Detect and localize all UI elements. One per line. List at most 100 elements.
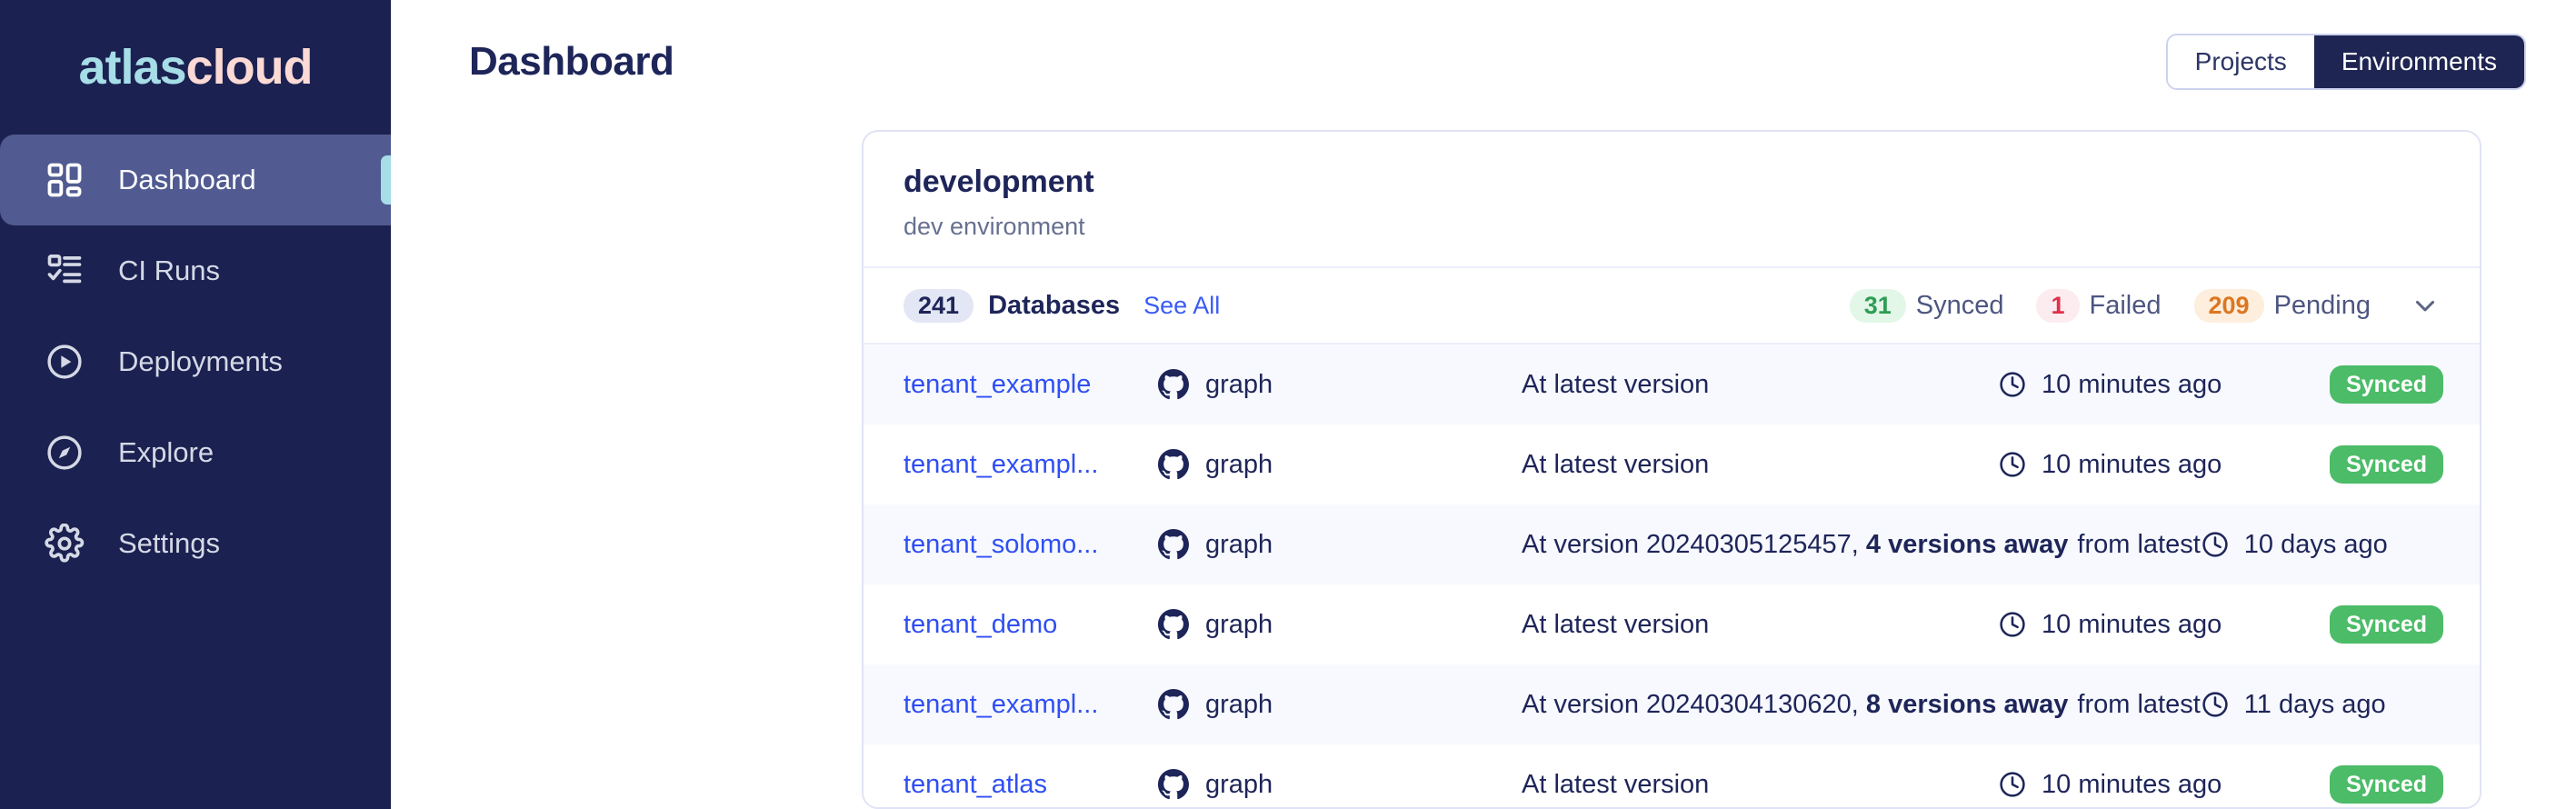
stat-pending[interactable]: 209 Pending [2194,289,2371,323]
repo-name: graph [1205,370,1273,400]
brand-logo-part2: cloud [186,39,313,95]
repo-name: graph [1205,690,1273,720]
databases-total-label: Databases [988,291,1120,321]
table-row[interactable]: tenant_exampl... graph At version 202403… [864,664,2480,744]
database-name-link[interactable]: tenant_exampl... [904,450,1158,480]
version-id: 20240304130620, [1646,690,1859,719]
sidebar-item-deployments[interactable]: Deployments [0,316,391,407]
table-row[interactable]: tenant_demo graph At latest version 10 m… [864,584,2480,664]
last-updated-cell: 10 minutes ago [1998,370,2298,400]
databases-table: tenant_example graph At latest version 1… [864,345,2480,809]
version-status-cell: At latest version [1522,370,1998,400]
repo-cell: graph [1158,369,1522,400]
databases-summary-row: 241 Databases See All 31 Synced 1 Failed… [864,268,2480,345]
version-suffix: from latest [2077,690,2200,719]
repo-name: graph [1205,450,1273,480]
clock-icon [1998,770,2027,799]
databases-total-count: 241 [904,289,973,323]
environment-name: development [904,165,2440,200]
view-toggle: Projects Environments [2166,34,2526,90]
status-badge: Synced [2330,605,2443,644]
stat-failed-label: Failed [2090,291,2162,321]
database-name-link[interactable]: tenant_atlas [904,770,1158,800]
github-icon [1158,369,1189,400]
database-name-link[interactable]: tenant_demo [904,610,1158,640]
environment-card: development dev environment 241 Database… [862,130,2481,809]
version-prefix: At latest version [1522,450,1709,479]
see-all-link[interactable]: See All [1143,292,1220,320]
chevron-down-icon[interactable] [2407,287,2443,324]
last-updated-text: 10 minutes ago [2042,370,2222,400]
version-status-cell: At version 20240304130620, 8 versions aw… [1522,690,2201,720]
sidebar-item-dashboard[interactable]: Dashboard [0,135,391,225]
last-updated-cell: 10 days ago [2201,530,2481,560]
status-cell: Synced [2298,605,2443,644]
app-root: atlascloud Dashboard [0,0,2576,809]
database-name-link[interactable]: tenant_example [904,370,1158,400]
grid-icon [44,159,85,201]
version-status-cell: At latest version [1522,770,1998,800]
sidebar-item-label-dashboard: Dashboard [118,164,256,196]
repo-cell: graph [1158,449,1522,480]
clock-icon [1998,610,2027,639]
gear-icon [44,523,85,564]
compass-icon [44,432,85,474]
sidebar: atlascloud Dashboard [0,0,391,809]
tab-environments[interactable]: Environments [2314,35,2524,88]
play-circle-icon [44,341,85,383]
stat-failed[interactable]: 1 Failed [2036,289,2161,323]
last-updated-text: 11 days ago [2244,690,2386,720]
clock-icon [1998,450,2027,479]
stat-synced-label: Synced [1916,291,2004,321]
status-cell: Synced [2298,445,2443,484]
table-row[interactable]: tenant_exampl... graph At latest version… [864,424,2480,504]
repo-cell: graph [1158,689,1522,720]
status-badge: Synced [2330,365,2443,404]
github-icon [1158,449,1189,480]
sidebar-nav: Dashboard CI Runs [0,135,391,589]
version-prefix: At version [1522,690,1646,719]
last-updated-text: 10 minutes ago [2042,610,2222,640]
databases-summary-right: 31 Synced 1 Failed 209 Pending [1850,287,2443,324]
tab-projects[interactable]: Projects [2168,35,2314,88]
sidebar-item-label-explore: Explore [118,436,214,469]
last-updated-text: 10 days ago [2244,530,2388,560]
sidebar-item-explore[interactable]: Explore [0,407,391,498]
repo-name: graph [1205,530,1273,560]
repo-cell: graph [1158,529,1522,560]
github-icon [1158,529,1189,560]
page-header: Dashboard Projects Environments [391,0,2576,123]
page-title: Dashboard [469,39,674,85]
version-id: 20240305125457, [1646,530,1859,559]
sidebar-item-settings[interactable]: Settings [0,498,391,589]
database-name-link[interactable]: tenant_exampl... [904,690,1158,720]
stat-synced-count: 31 [1850,289,1906,323]
table-row[interactable]: tenant_solomo... graph At version 202403… [864,504,2480,584]
sidebar-item-ci-runs[interactable]: CI Runs [0,225,391,316]
repo-name: graph [1205,610,1273,640]
environment-card-header: development dev environment [864,132,2480,268]
last-updated-cell: 10 minutes ago [1998,450,2298,480]
status-cell: Synced [2298,765,2443,804]
table-row[interactable]: tenant_example graph At latest version 1… [864,345,2480,424]
repo-cell: graph [1158,609,1522,640]
stat-failed-count: 1 [2036,289,2079,323]
databases-summary-left: 241 Databases See All [904,289,1220,323]
database-name-link[interactable]: tenant_solomo... [904,530,1158,560]
version-prefix: At latest version [1522,370,1709,399]
brand-logo[interactable]: atlascloud [0,0,391,135]
last-updated-cell: 11 days ago [2201,690,2481,720]
versions-away: 8 versions away [1866,690,2068,719]
github-icon [1158,769,1189,800]
github-icon [1158,689,1189,720]
repo-cell: graph [1158,769,1522,800]
last-updated-cell: 10 minutes ago [1998,610,2298,640]
clock-icon [2201,530,2230,559]
version-status-cell: At latest version [1522,450,1998,480]
github-icon [1158,609,1189,640]
versions-away: 4 versions away [1866,530,2068,559]
table-row[interactable]: tenant_atlas graph At latest version 10 … [864,744,2480,809]
checklist-icon [44,250,85,292]
stat-synced[interactable]: 31 Synced [1850,289,2004,323]
environment-description: dev environment [904,213,2440,241]
